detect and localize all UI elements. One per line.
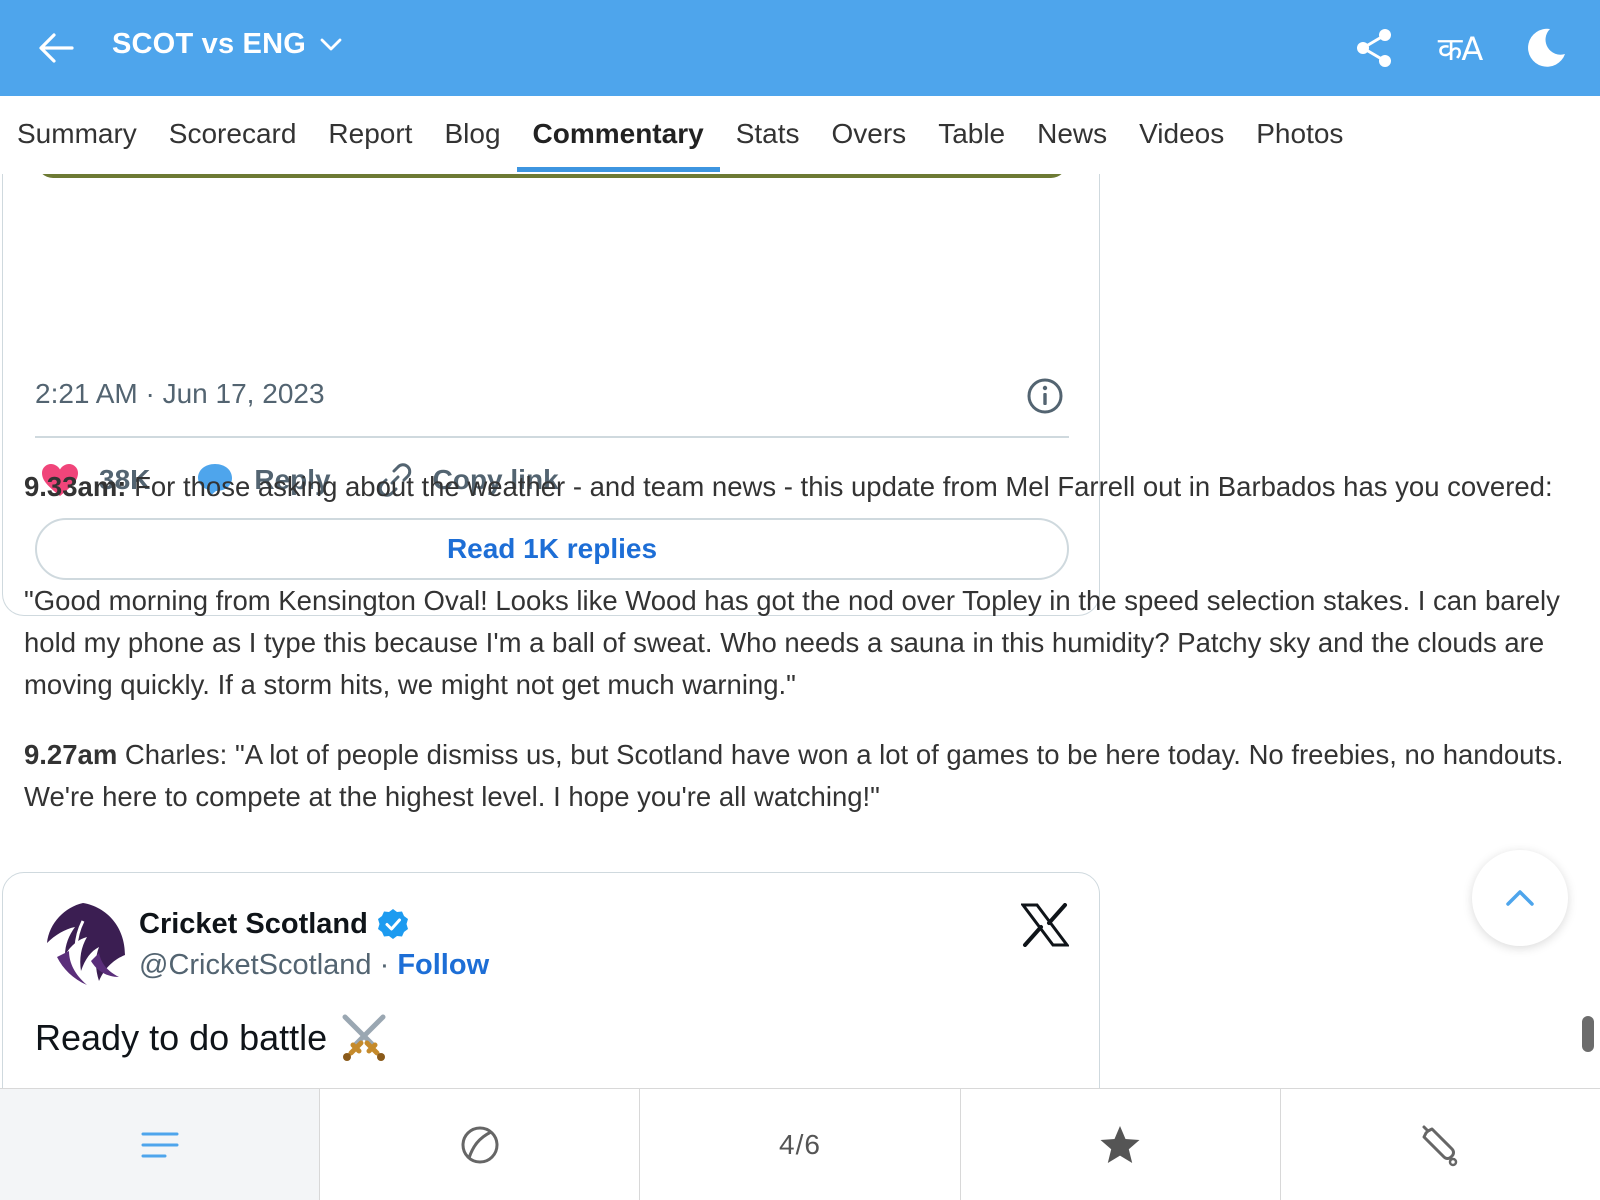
commentary-feed[interactable]: 2:21 AM · Jun 17, 2023 38K Reply Copy li… bbox=[0, 174, 1600, 1088]
read-replies-button[interactable]: Read 1K replies bbox=[35, 518, 1069, 580]
share-button[interactable] bbox=[1348, 22, 1400, 74]
scroll-to-top-button[interactable] bbox=[1472, 850, 1568, 946]
tab-summary[interactable]: Summary bbox=[1, 96, 153, 174]
dark-mode-toggle[interactable] bbox=[1520, 22, 1572, 74]
tab-report[interactable]: Report bbox=[312, 96, 428, 174]
chevron-down-icon bbox=[320, 38, 342, 50]
tab-news[interactable]: News bbox=[1021, 96, 1123, 174]
top-app-bar: SCOT vs ENG कA bbox=[0, 0, 1600, 96]
section-tabs: Summary Scorecard Report Blog Commentary… bbox=[0, 96, 1600, 174]
scrollbar-thumb[interactable] bbox=[1582, 1016, 1594, 1052]
account-handle-row: @CricketScotland · Follow bbox=[139, 949, 489, 982]
tab-photos[interactable]: Photos bbox=[1240, 96, 1359, 174]
embedded-tweet-bottom: Cricket Scotland @CricketScotland · Foll… bbox=[2, 872, 1100, 1088]
back-button[interactable] bbox=[34, 26, 78, 70]
entry-text: Charles: "A lot of people dismiss us, bu… bbox=[24, 739, 1564, 812]
ball-icon bbox=[461, 1126, 499, 1163]
handle-separator: · bbox=[371, 949, 398, 981]
bottom-nav-commentary[interactable] bbox=[0, 1089, 321, 1200]
account-name-row[interactable]: Cricket Scotland bbox=[139, 907, 410, 941]
info-icon[interactable] bbox=[1025, 376, 1065, 416]
tweet-media-image[interactable] bbox=[37, 174, 1067, 178]
entry-text: For those asking about the weather - and… bbox=[126, 471, 1553, 502]
page-indicator: 4/6 bbox=[779, 1128, 821, 1160]
follow-link[interactable]: Follow bbox=[397, 949, 489, 981]
verified-badge-icon bbox=[377, 909, 408, 939]
read-replies-label: Read 1K replies bbox=[446, 533, 658, 564]
tab-blog[interactable]: Blog bbox=[428, 96, 516, 174]
tab-overs[interactable]: Overs bbox=[816, 96, 923, 174]
cricket-bat-icon bbox=[1422, 1125, 1458, 1166]
bottom-nav-page[interactable]: 4/6 bbox=[640, 1089, 961, 1200]
tweet-text: Ready to do battle bbox=[35, 1013, 389, 1063]
match-title: SCOT vs ENG bbox=[112, 28, 306, 60]
divider bbox=[35, 436, 1069, 438]
tweet-body-text: Ready to do battle bbox=[35, 1017, 328, 1058]
account-handle[interactable]: @CricketScotland bbox=[139, 949, 372, 981]
avatar[interactable] bbox=[35, 897, 131, 993]
tab-scorecard[interactable]: Scorecard bbox=[153, 96, 313, 174]
chevron-up-icon bbox=[1506, 890, 1534, 906]
entry-time: 9.27am bbox=[24, 739, 118, 770]
match-selector[interactable]: SCOT vs ENG bbox=[112, 28, 342, 61]
bottom-nav-live[interactable] bbox=[320, 1089, 641, 1200]
account-name: Cricket Scotland bbox=[139, 907, 368, 940]
back-arrow-icon bbox=[39, 33, 74, 63]
share-icon bbox=[1357, 29, 1391, 67]
embedded-tweet-top: 2:21 AM · Jun 17, 2023 38K Reply Copy li… bbox=[2, 174, 1100, 616]
tweet-timestamp[interactable]: 2:21 AM · Jun 17, 2023 bbox=[35, 378, 325, 410]
tab-videos[interactable]: Videos bbox=[1123, 96, 1240, 174]
crossed-swords-icon bbox=[342, 1014, 386, 1061]
entry-text: "Good morning from Kensington Oval! Look… bbox=[24, 585, 1560, 700]
bottom-navigation: 4/6 bbox=[0, 1088, 1600, 1200]
language-button[interactable]: कA bbox=[1434, 22, 1486, 74]
cricket-scotland-logo-icon bbox=[35, 897, 131, 993]
bottom-nav-cricket[interactable] bbox=[1281, 1089, 1600, 1200]
commentary-entry: 9.27am Charles: "A lot of people dismiss… bbox=[24, 734, 1564, 818]
menu-lines-icon bbox=[141, 1132, 179, 1157]
language-icon: कA bbox=[1437, 29, 1483, 68]
star-icon bbox=[1100, 1125, 1140, 1163]
tab-commentary[interactable]: Commentary bbox=[516, 96, 720, 174]
tab-stats[interactable]: Stats bbox=[720, 96, 816, 174]
tab-table[interactable]: Table bbox=[922, 96, 1021, 174]
entry-time: 9.33am: bbox=[24, 471, 127, 502]
bottom-nav-favourites[interactable] bbox=[961, 1089, 1281, 1200]
x-logo-icon[interactable] bbox=[1021, 903, 1069, 947]
dark-mode-moon-icon bbox=[1528, 28, 1565, 67]
commentary-entry: "Good morning from Kensington Oval! Look… bbox=[24, 580, 1564, 706]
commentary-entry: 9.33am: For those asking about the weath… bbox=[24, 466, 1564, 508]
